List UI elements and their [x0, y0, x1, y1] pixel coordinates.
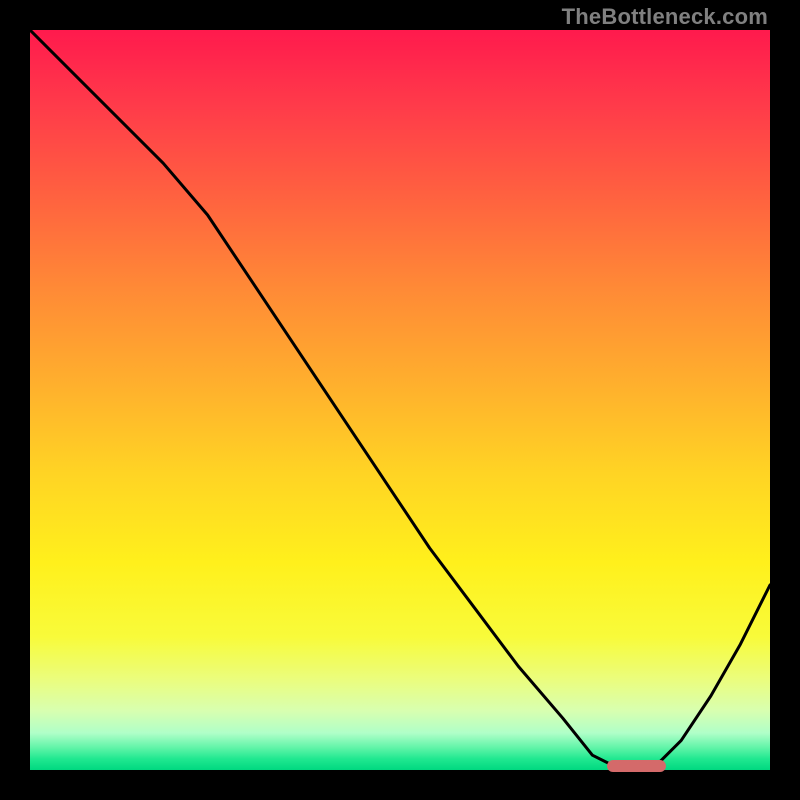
chart-curve-svg	[30, 30, 770, 770]
optimal-range-marker	[607, 760, 666, 772]
watermark-text: TheBottleneck.com	[562, 4, 768, 30]
bottleneck-curve	[30, 30, 770, 770]
chart-container: TheBottleneck.com	[0, 0, 800, 800]
